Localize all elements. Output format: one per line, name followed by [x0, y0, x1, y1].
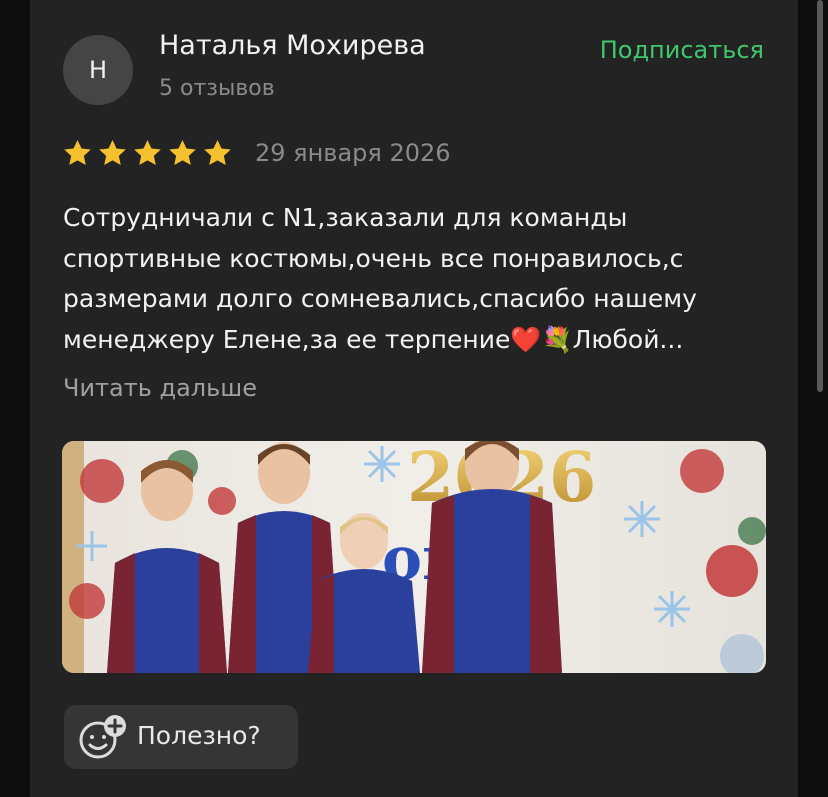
- helpful-button[interactable]: Полезно?: [64, 705, 298, 769]
- star-icon: [99, 139, 126, 165]
- read-more-link[interactable]: Читать дальше: [63, 374, 257, 402]
- helpful-label: Полезно?: [137, 721, 261, 750]
- star-icon: [204, 139, 231, 165]
- rating-stars: [62, 138, 233, 169]
- review-date: 29 января 2026: [255, 139, 451, 167]
- star-icon: [134, 139, 161, 165]
- author-name[interactable]: Наталья Мохирева: [159, 30, 426, 61]
- star-icon: [169, 139, 196, 165]
- review-text-line: Сотрудничали с N1,заказали для команды: [63, 203, 628, 232]
- review-text-line: спортивные костюмы,очень все понравилось…: [63, 243, 684, 273]
- smile-plus-icon: [79, 715, 126, 759]
- author-review-count: 5 отзывов: [159, 76, 275, 101]
- review-photo[interactable]: 2026 ом: [62, 441, 766, 673]
- review-photo-image: 2026 ом: [62, 441, 766, 673]
- subscribe-button[interactable]: Подписаться: [600, 36, 764, 64]
- scrollbar[interactable]: [817, 0, 823, 392]
- review-text-line: размерами долго сомневались,спасибо наше…: [63, 284, 697, 313]
- avatar-initial: Н: [88, 56, 108, 84]
- review-text-line: менеджеру Елене,за ее терпение❤️💐Любой..…: [63, 324, 684, 354]
- avatar[interactable]: Н: [63, 35, 133, 105]
- review-text: Сотрудничали с N1,заказали для команды с…: [63, 198, 773, 360]
- star-icon: [64, 139, 91, 165]
